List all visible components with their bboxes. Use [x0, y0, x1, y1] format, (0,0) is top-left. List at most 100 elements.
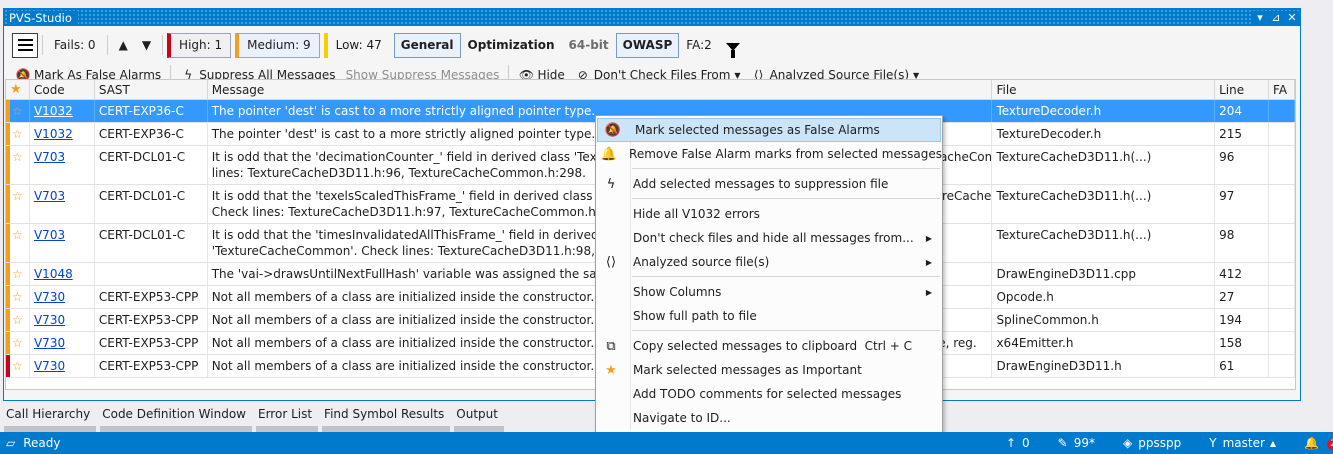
submenu-arrow-icon: ▶: [925, 257, 932, 267]
code-link[interactable]: V703: [34, 150, 65, 164]
arrow-up-icon: ↑: [1005, 436, 1017, 450]
code-link[interactable]: V730: [34, 313, 65, 327]
sast-cell: CERT-DCL01-C: [95, 146, 208, 184]
line-cell: 158: [1215, 332, 1270, 354]
fa-cell: [1269, 185, 1295, 223]
code-link[interactable]: V1032: [34, 104, 73, 118]
menu-item-label: Mark selected messages as False Alarms: [635, 123, 880, 137]
bell-slash-icon: 🔕: [604, 122, 622, 138]
menu-item[interactable]: Show full path to file: [596, 304, 942, 328]
line-cell: 215: [1215, 123, 1270, 145]
menu-item[interactable]: Don't check files and hide all messages …: [596, 226, 942, 250]
code-cell: V703: [30, 146, 95, 184]
sast-cell: CERT-DCL01-C: [95, 224, 208, 262]
window-layout-icon: ▱: [6, 436, 16, 450]
menu-separator: [632, 198, 940, 199]
owasp-filter[interactable]: OWASP: [615, 32, 680, 58]
low-level-filter[interactable]: Low: 47: [323, 32, 390, 58]
context-menu: 🔕 Mark selected messages as False Alarms 🔔…: [595, 115, 943, 433]
column-header-sast[interactable]: SAST: [95, 80, 208, 99]
general-filter[interactable]: General: [393, 32, 461, 58]
column-header-message[interactable]: Message: [208, 80, 993, 99]
menu-item[interactable]: ϟ Add selected messages to suppression fi…: [596, 172, 942, 196]
code-link[interactable]: V1048: [34, 267, 73, 281]
context-menu-items: 🔕 Mark selected messages as False Alarms 🔔…: [596, 118, 942, 430]
severity-bar: [6, 286, 10, 308]
repo-icon: ◈: [1123, 436, 1133, 450]
filter-toolbar: Fails: 0 ▲ ▼ High: 1 Medium: 9 Low: 47 G…: [4, 30, 1300, 60]
fa-cell: [1269, 123, 1295, 145]
64bit-filter[interactable]: 64-bit: [562, 33, 616, 58]
menu-item[interactable]: 🔕 Mark selected messages as False Alarms: [597, 118, 941, 142]
status-ready: Ready: [23, 436, 61, 450]
line-cell: 97: [1215, 185, 1270, 223]
line-cell: 204: [1215, 100, 1270, 122]
branch-icon: Y: [1209, 436, 1217, 450]
arrow-down-button[interactable]: ▼: [135, 33, 158, 58]
code-link[interactable]: V703: [34, 189, 65, 203]
column-header-code[interactable]: Code: [30, 80, 95, 99]
filter-button[interactable]: [719, 33, 747, 58]
window-dropdown-icon[interactable]: ▾: [1252, 11, 1268, 24]
code-link[interactable]: V703: [34, 228, 65, 242]
menu-item[interactable]: 🔔 Remove False Alarm marks from selected …: [596, 142, 942, 166]
severity-bar: [6, 355, 10, 377]
medium-level-filter[interactable]: Medium: 9: [235, 32, 320, 58]
false-alarm-filter[interactable]: FA:2: [679, 33, 718, 58]
column-header-important[interactable]: ★: [6, 80, 30, 99]
menu-item[interactable]: ⧉ Copy selected messages to clipboard Ctrl…: [596, 334, 942, 358]
optimization-filter[interactable]: Optimization: [461, 33, 562, 58]
fails-filter[interactable]: Fails: 0: [47, 33, 103, 58]
tab-code-definition-window[interactable]: Code Definition Window: [96, 404, 252, 432]
severity-bar: [6, 309, 10, 331]
tab-output[interactable]: Output: [450, 404, 504, 432]
file-cell: DrawEngineD3D11.h: [992, 355, 1216, 377]
column-header-line[interactable]: Line: [1215, 80, 1270, 99]
menu-item[interactable]: Show Columns ▶: [596, 280, 942, 304]
menu-separator: [632, 330, 940, 331]
fa-cell: [1269, 224, 1295, 262]
main-menu-button[interactable]: [12, 32, 38, 58]
menu-item-label: Analyzed source file(s): [633, 255, 770, 269]
arrow-up-button[interactable]: ▲: [112, 33, 135, 58]
severity-bar: [6, 263, 10, 285]
menu-item-label: Don't check files and hide all messages …: [633, 231, 914, 245]
sast-cell: CERT-DCL01-C: [95, 185, 208, 223]
pin-icon[interactable]: ⊿: [1268, 11, 1284, 24]
menu-separator: [632, 276, 940, 277]
notifications-button[interactable]: 🔔 2: [1290, 436, 1333, 450]
status-branch-name: master: [1222, 436, 1265, 450]
code-link[interactable]: V730: [34, 359, 65, 373]
menu-item[interactable]: ★ Mark selected messages as Important: [596, 358, 942, 382]
status-branch[interactable]: Y master ▲: [1195, 436, 1290, 450]
high-level-filter[interactable]: High: 1: [167, 32, 232, 58]
code-cell: V730: [30, 286, 95, 308]
status-publish[interactable]: ↑ 0: [992, 436, 1044, 450]
tab-error-list[interactable]: Error List: [252, 404, 319, 432]
file-cell: TextureDecoder.h: [992, 123, 1216, 145]
menu-item-label: Show full path to file: [633, 309, 757, 323]
tab-find-symbol-results[interactable]: Find Symbol Results: [318, 404, 451, 432]
menu-item[interactable]: Add TODO comments for selected messages: [596, 382, 942, 406]
arrow-up-icon: ▲: [118, 38, 128, 52]
menu-item[interactable]: ⟨⟩ Analyzed source file(s) ▶: [596, 250, 942, 274]
column-header-file[interactable]: File: [992, 80, 1216, 99]
code-link[interactable]: V730: [34, 336, 65, 350]
sast-cell: [95, 263, 208, 285]
status-pending-changes[interactable]: ✎ 99*: [1044, 436, 1109, 450]
window-titlebar[interactable]: PVS-Studio ▾ ⊿ ✕: [4, 9, 1300, 26]
column-header-fa[interactable]: FA: [1269, 80, 1295, 99]
file-cell: TextureCacheD3D11.h(...): [992, 146, 1216, 184]
status-repository[interactable]: ◈ ppsspp: [1109, 436, 1195, 450]
status-up-count: 0: [1022, 436, 1030, 450]
code-cell: V730: [30, 309, 95, 331]
tab-call-hierarchy[interactable]: Call Hierarchy: [0, 404, 97, 432]
code-link[interactable]: V730: [34, 290, 65, 304]
close-icon[interactable]: ✕: [1284, 11, 1300, 24]
menu-item-label: Show Columns: [633, 285, 722, 299]
code-link[interactable]: V1032: [34, 127, 73, 141]
code-cell: V730: [30, 332, 95, 354]
file-cell: TextureDecoder.h: [992, 100, 1216, 122]
menu-item[interactable]: Hide all V1032 errors: [596, 202, 942, 226]
window-title: PVS-Studio: [9, 10, 78, 25]
